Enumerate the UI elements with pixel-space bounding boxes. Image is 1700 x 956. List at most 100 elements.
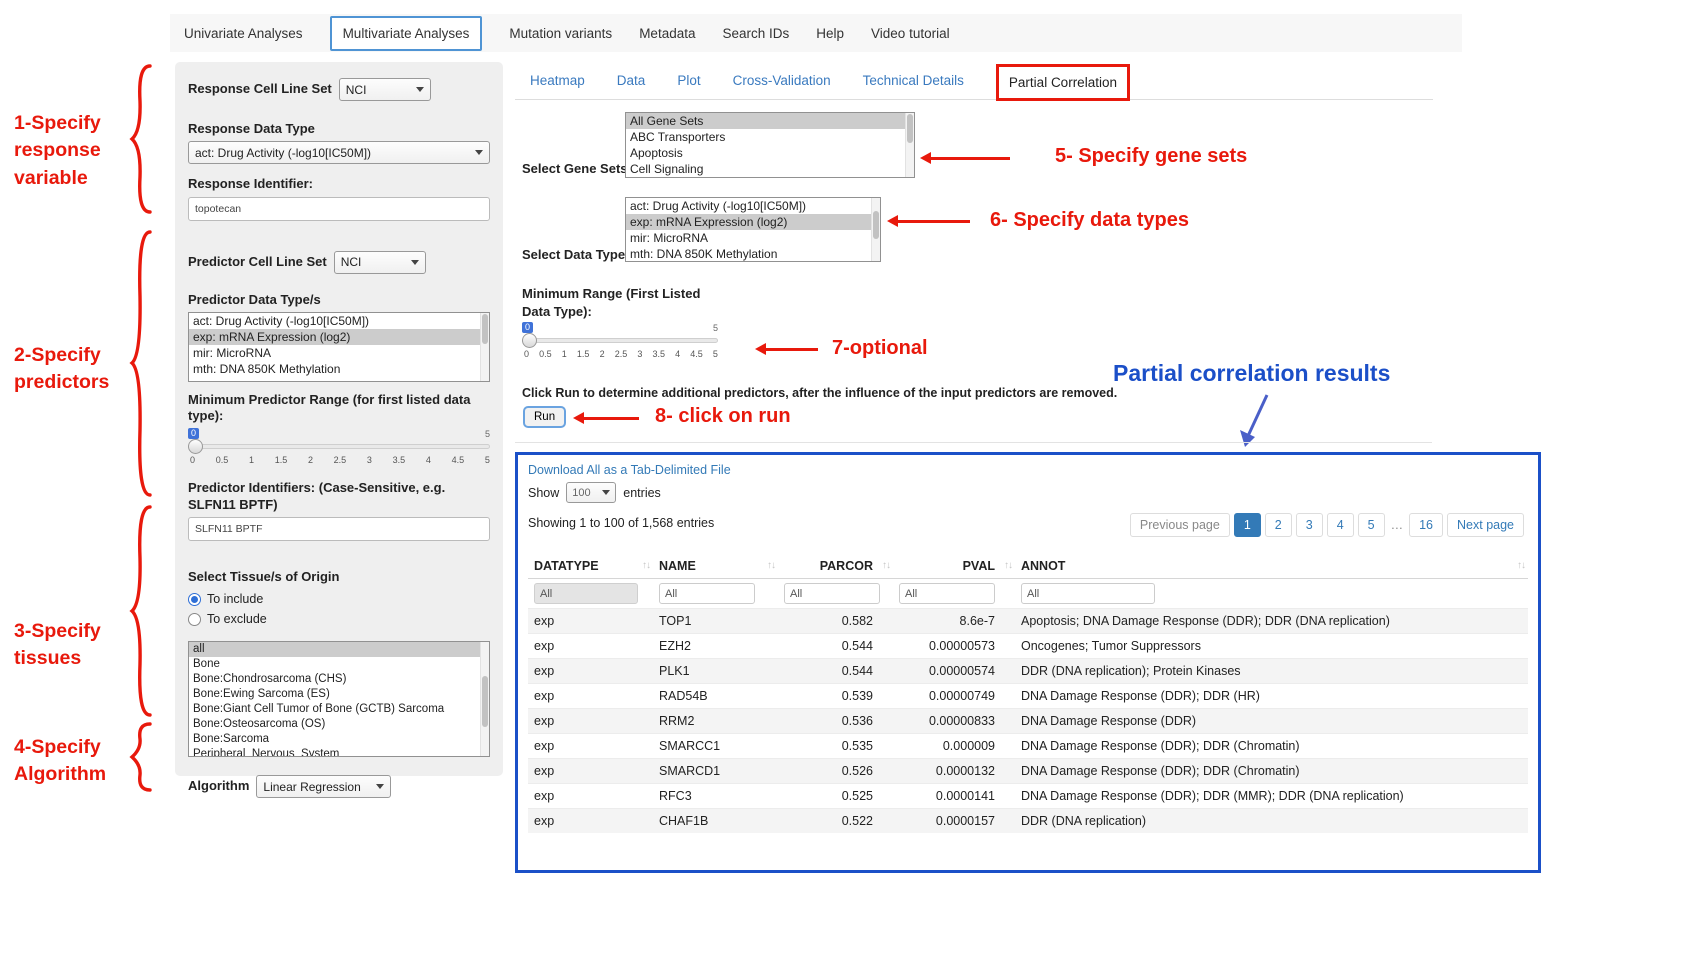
nav-item-mutation-variants[interactable]: Mutation variants — [509, 26, 612, 41]
page-button-4[interactable]: 4 — [1327, 513, 1354, 537]
tab-cross-validation[interactable]: Cross-Validation — [733, 73, 831, 88]
list-option[interactable]: act: Drug Activity (-log10[IC50M]) — [189, 313, 489, 329]
list-option[interactable]: Peripheral_Nervous_System — [189, 747, 489, 757]
tab-technical-details[interactable]: Technical Details — [863, 73, 964, 88]
scrollbar[interactable] — [905, 113, 914, 177]
bracket-icon-1 — [128, 64, 156, 214]
annotation-step8: 8- click on run — [655, 405, 791, 428]
radio-include[interactable] — [188, 593, 201, 606]
response-identifier-input[interactable] — [188, 197, 490, 221]
tab-data[interactable]: Data — [617, 73, 646, 88]
column-header-parcor[interactable]: PARCOR↑↓ — [778, 554, 893, 579]
list-option[interactable]: Bone:Sarcoma — [189, 732, 489, 747]
tab-partial-correlation[interactable]: Partial Correlation — [996, 64, 1130, 101]
gene-sets-listbox: All Gene Sets ABC Transporters Apoptosis… — [625, 112, 915, 178]
response-cell-line-set-select[interactable]: NCI — [339, 78, 431, 101]
show-entries-select[interactable]: 100 — [566, 482, 616, 503]
min-predictor-range-label: Minimum Predictor Range (for first liste… — [188, 392, 490, 425]
predictor-cell-line-set-select[interactable]: NCI — [334, 251, 426, 274]
app-root: Univariate Analyses Multivariate Analyse… — [0, 0, 1700, 956]
list-option[interactable]: mth: DNA 850K Methylation — [626, 246, 880, 262]
scrollbar[interactable] — [480, 313, 489, 381]
column-header-annot[interactable]: ANNOT↑↓ — [1015, 554, 1528, 579]
scrollbar[interactable] — [871, 198, 880, 261]
list-option[interactable]: mth: DNA 850K Methylation — [189, 361, 489, 377]
response-cell-line-set-value: NCI — [346, 83, 367, 97]
slider-track[interactable] — [188, 444, 490, 449]
list-option[interactable]: act: Drug Activity (-log10[IC50M]) — [626, 198, 880, 214]
column-header-pval[interactable]: PVAL↑↓ — [893, 554, 1015, 579]
sort-icon[interactable]: ↑↓ — [767, 560, 775, 571]
radio-exclude[interactable] — [188, 613, 201, 626]
list-option[interactable]: Apoptosis — [626, 145, 914, 161]
scrollbar[interactable] — [480, 642, 489, 756]
filter-input-parcor[interactable] — [784, 583, 880, 604]
nav-item-search-ids[interactable]: Search IDs — [722, 26, 789, 41]
nav-item-multivariate[interactable]: Multivariate Analyses — [330, 16, 483, 51]
list-option[interactable]: Bone:Osteosarcoma (OS) — [189, 717, 489, 732]
list-option[interactable]: Bone — [189, 657, 489, 672]
column-header-datatype[interactable]: DATATYPE↑↓ — [528, 554, 653, 579]
response-data-type-select[interactable]: act: Drug Activity (-log10[IC50M]) — [188, 141, 490, 164]
show-label: Show — [528, 486, 559, 500]
results-panel: Download All as a Tab-Delimited File Sho… — [515, 452, 1541, 873]
table-row: expTOP10.5828.6e-7Apoptosis; DNA Damage … — [528, 609, 1528, 634]
nav-item-univariate[interactable]: Univariate Analyses — [184, 26, 303, 41]
table-row: expRAD54B0.5390.00000749DNA Damage Respo… — [528, 684, 1528, 709]
nav-item-video-tutorial[interactable]: Video tutorial — [871, 26, 950, 41]
list-option-selected[interactable]: All Gene Sets — [626, 113, 914, 129]
nav-item-help[interactable]: Help — [816, 26, 844, 41]
table-row: expSMARCD10.5260.0000132DNA Damage Respo… — [528, 759, 1528, 784]
slider-track[interactable] — [522, 338, 718, 343]
tab-plot[interactable]: Plot — [677, 73, 700, 88]
algorithm-select[interactable]: Linear Regression — [256, 775, 391, 798]
page-button-5[interactable]: 5 — [1358, 513, 1385, 537]
list-option[interactable]: Bone:Giant Cell Tumor of Bone (GCTB) Sar… — [189, 702, 489, 717]
chevron-down-icon — [376, 784, 384, 789]
list-option-selected[interactable]: exp: mRNA Expression (log2) — [626, 214, 880, 230]
sort-icon[interactable]: ↑↓ — [882, 560, 890, 571]
sort-icon[interactable]: ↑↓ — [1004, 560, 1012, 571]
filter-input-datatype[interactable] — [534, 583, 638, 604]
pagination-ellipsis: … — [1389, 514, 1406, 536]
run-button[interactable]: Run — [523, 406, 566, 428]
list-option-selected[interactable]: exp: mRNA Expression (log2) — [189, 329, 489, 345]
predictor-identifiers-input[interactable] — [188, 517, 490, 541]
predictor-cell-line-set-value: NCI — [341, 255, 362, 269]
page-button-2[interactable]: 2 — [1265, 513, 1292, 537]
page-button-1[interactable]: 1 — [1234, 513, 1261, 537]
slider-ticks: 00.511.522.533.544.55 — [190, 455, 490, 465]
chevron-down-icon — [411, 260, 419, 265]
bracket-icon-3 — [128, 505, 156, 717]
filter-input-pval[interactable] — [899, 583, 995, 604]
list-option[interactable]: Cell Signaling — [626, 161, 914, 177]
table-row: expEZH20.5440.00000573Oncogenes; Tumor S… — [528, 634, 1528, 659]
list-option[interactable]: Bone:Ewing Sarcoma (ES) — [189, 687, 489, 702]
page-button-16[interactable]: 16 — [1409, 513, 1443, 537]
next-page-button[interactable]: Next page — [1447, 513, 1524, 537]
filter-input-name[interactable] — [659, 583, 755, 604]
list-option[interactable]: mir: MicroRNA — [626, 230, 880, 246]
column-header-name[interactable]: NAME↑↓ — [653, 554, 778, 579]
filter-input-annot[interactable] — [1021, 583, 1155, 604]
table-row: expRRM20.5360.00000833DNA Damage Respons… — [528, 709, 1528, 734]
slider-handle[interactable] — [188, 439, 203, 454]
radio-include-label: To include — [207, 592, 263, 606]
sort-icon[interactable]: ↑↓ — [1517, 560, 1525, 571]
list-option[interactable]: Bone:Chondrosarcoma (CHS) — [189, 672, 489, 687]
results-tabs: Heatmap Data Plot Cross-Validation Techn… — [515, 62, 1433, 100]
show-entries-value: 100 — [572, 487, 590, 499]
previous-page-button[interactable]: Previous page — [1130, 513, 1230, 537]
list-option[interactable]: ABC Transporters — [626, 129, 914, 145]
slider-handle[interactable] — [522, 333, 537, 348]
download-link[interactable]: Download All as a Tab-Delimited File — [528, 463, 731, 477]
tab-heatmap[interactable]: Heatmap — [530, 73, 585, 88]
nav-item-metadata[interactable]: Metadata — [639, 26, 695, 41]
response-identifier-label: Response Identifier: — [188, 176, 490, 192]
sort-icon[interactable]: ↑↓ — [642, 560, 650, 571]
annotation-step5: 5- Specify gene sets — [1055, 145, 1247, 168]
list-option[interactable]: mir: MicroRNA — [189, 345, 489, 361]
page-button-3[interactable]: 3 — [1296, 513, 1323, 537]
list-option-selected[interactable]: all — [189, 642, 489, 657]
response-cell-line-set-label: Response Cell Line Set — [188, 81, 332, 97]
